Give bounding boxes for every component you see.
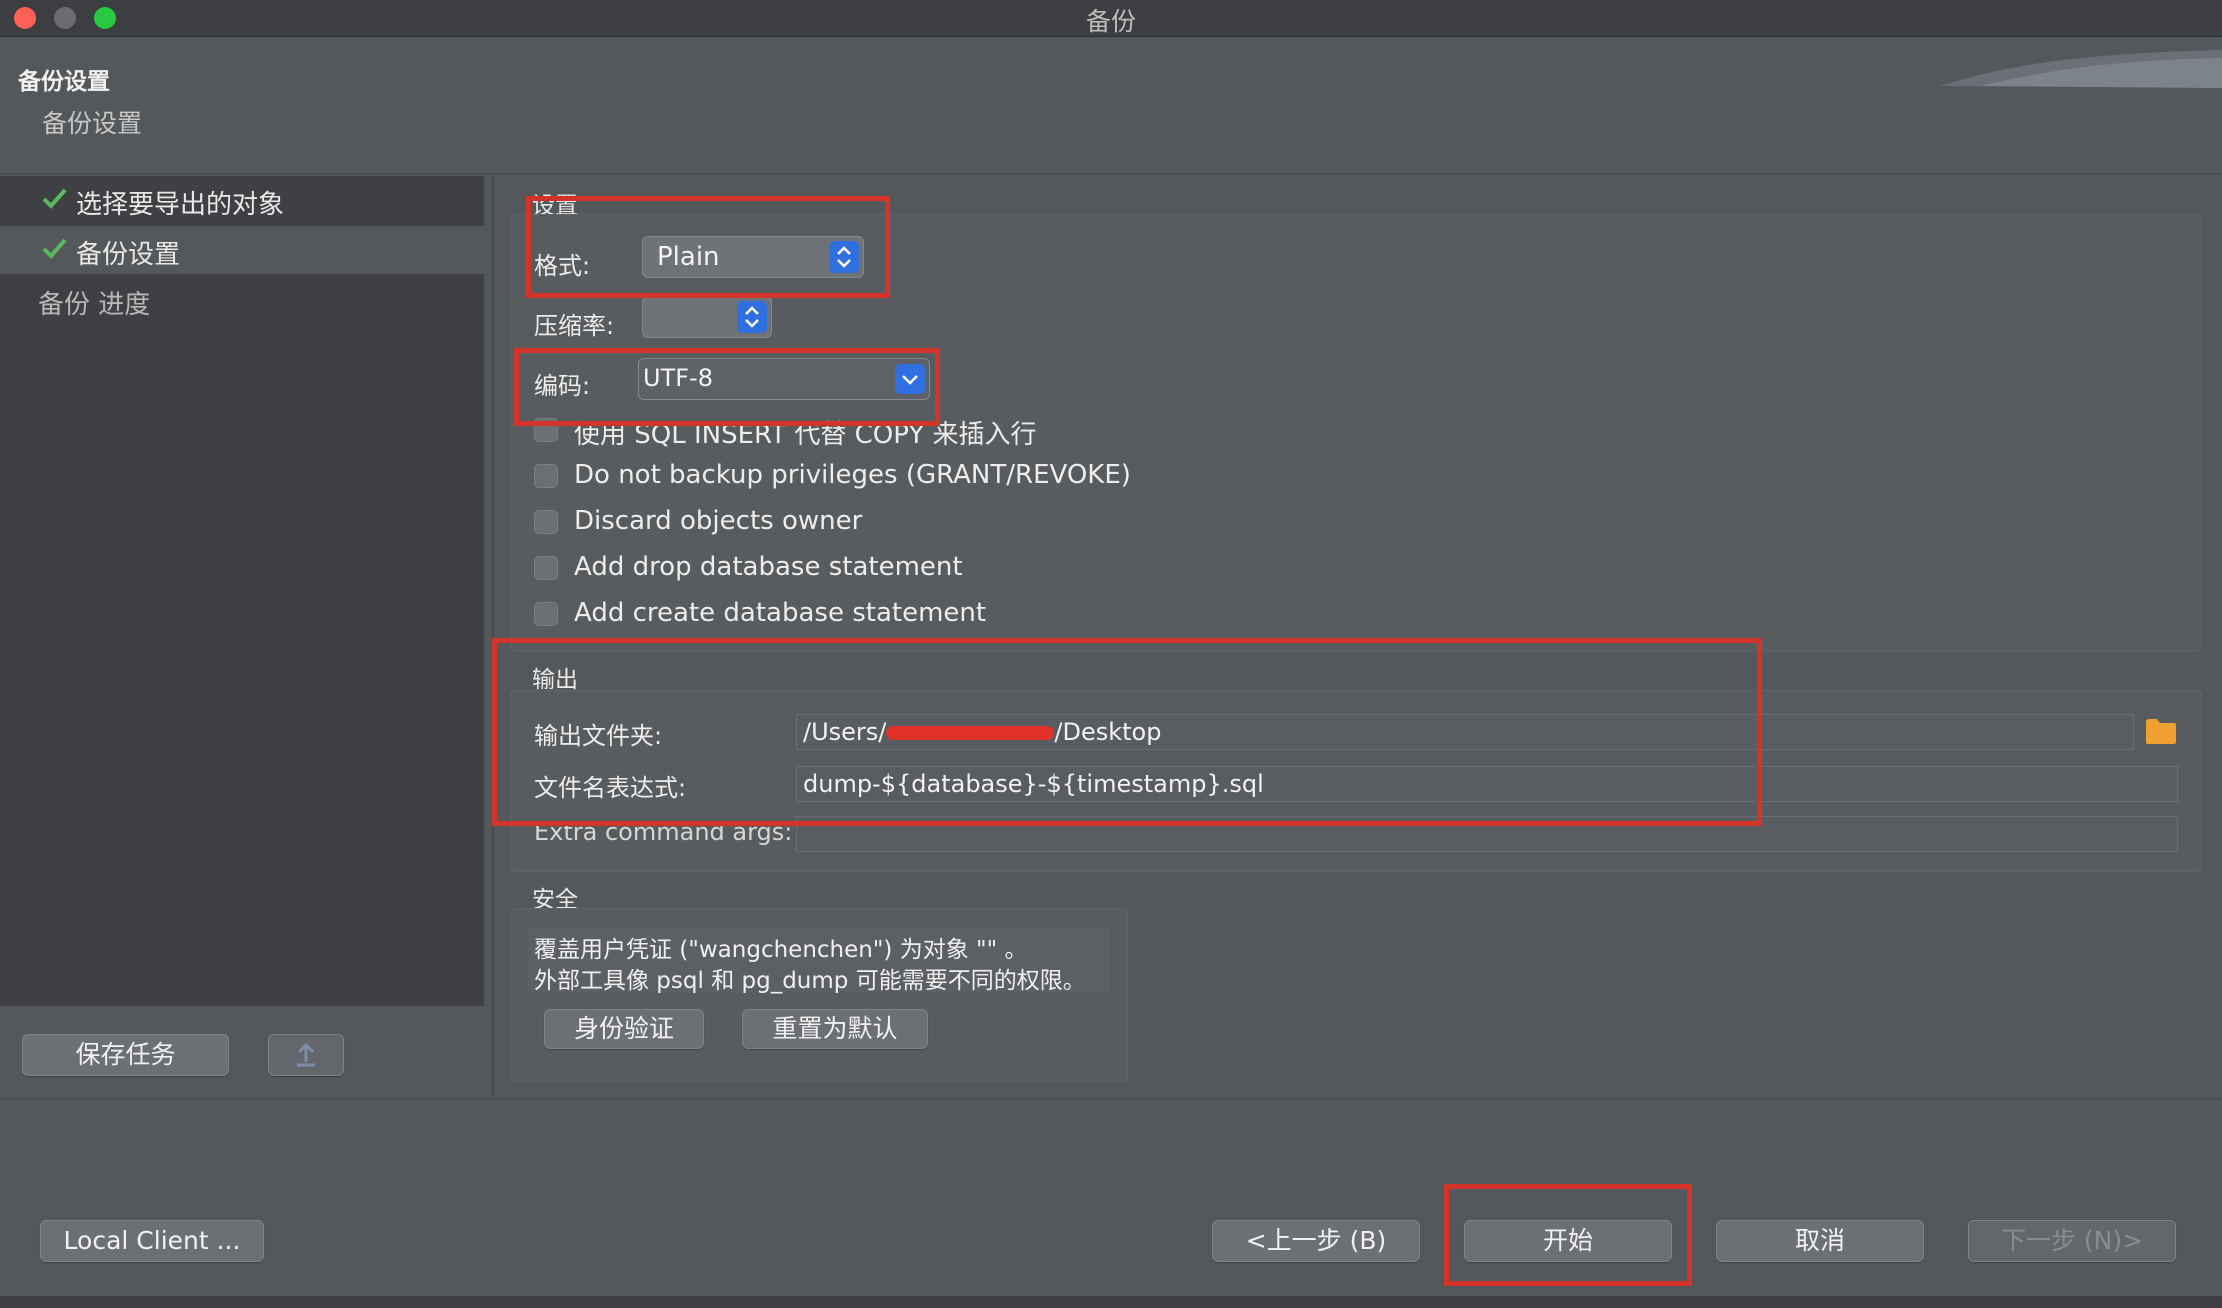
nav-step-backup-settings[interactable]: 备份设置 [0,226,484,274]
nav-step-label: 备份设置 [76,240,181,270]
add-create-db-label: Add create database statement [574,598,987,628]
compression-select[interactable] [642,296,772,338]
back-button[interactable]: <上一步 (B) [1212,1220,1420,1262]
authenticate-button[interactable]: 身份验证 [544,1009,704,1049]
window-bottom-edge [0,1296,2222,1308]
footer-divider [0,1098,2222,1100]
upload-task-button[interactable] [268,1034,344,1076]
no-privileges-label: Do not backup privileges (GRANT/REVOKE) [574,460,1131,490]
page-subtitle: 备份设置 [42,109,143,138]
discard-owner-label: Discard objects owner [574,506,863,536]
highlight-box-encoding [514,348,940,426]
chevron-updown-icon [737,301,767,333]
highlight-box-output [492,638,1762,826]
checkmark-icon [42,188,67,209]
nav-step-backup-progress[interactable]: 备份 进度 [0,276,484,324]
window-title: 备份 [1085,7,1136,36]
title-bar: 备份 [0,0,2222,37]
compression-label: 压缩率: [534,312,615,340]
save-task-button[interactable]: 保存任务 [22,1034,229,1076]
add-drop-db-label: Add drop database statement [574,552,963,582]
cancel-button[interactable]: 取消 [1716,1220,1924,1262]
page-title: 备份设置 [18,69,110,95]
security-note-line2: 外部工具像 psql 和 pg_dump 可能需要不同的权限。 [534,968,1086,994]
security-note-line1: 覆盖用户凭证 ("wangchenchen") 为对象 "" 。 [534,937,1028,963]
reset-default-button[interactable]: 重置为默认 [742,1009,928,1049]
nav-step-select-objects[interactable]: 选择要导出的对象 [0,176,484,224]
upload-icon [297,1042,315,1067]
no-privileges-checkbox[interactable] [534,464,558,488]
nav-step-label: 备份 进度 [38,290,151,320]
folder-icon[interactable] [2144,716,2178,746]
add-create-db-checkbox[interactable] [534,602,558,626]
highlight-box-format [526,196,890,298]
backup-window: 备份 备份设置 备份设置 选择要导出的对象 备份设置 备份 进度 保存任务 设置… [0,0,2222,1308]
highlight-box-start [1444,1184,1692,1286]
next-button[interactable]: 下一步 (N)> [1968,1220,2176,1262]
add-drop-db-checkbox[interactable] [534,556,558,580]
discard-owner-checkbox[interactable] [534,510,558,534]
panel-divider [492,176,494,1096]
wizard-header [0,37,2222,174]
checkmark-icon [42,238,67,259]
nav-step-label: 选择要导出的对象 [76,190,285,220]
local-client-button[interactable]: Local Client ... [40,1220,264,1262]
header-decoration [1940,50,2222,88]
